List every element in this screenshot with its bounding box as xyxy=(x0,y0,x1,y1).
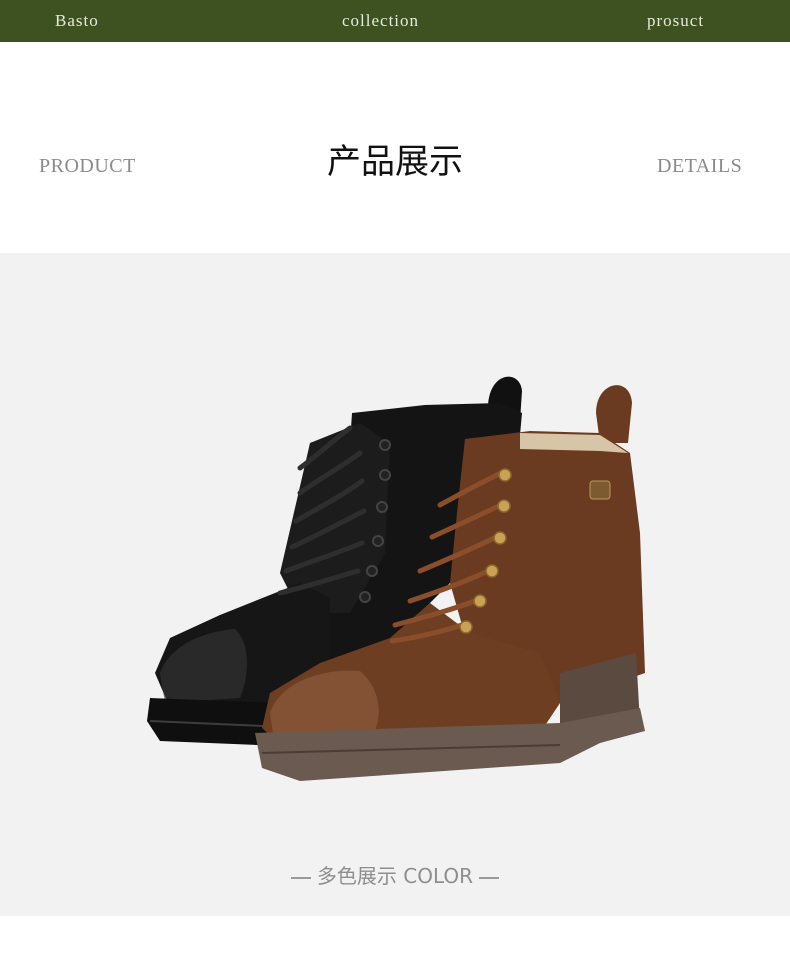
caption-right-dash xyxy=(479,876,500,879)
color-caption: 多色展示 COLOR xyxy=(0,860,790,889)
nav-link-prosuct[interactable]: prosuct xyxy=(647,11,704,31)
product-display-panel: 多色展示 COLOR xyxy=(0,253,790,916)
caption-text: 多色展示 COLOR xyxy=(316,864,474,888)
nav-link-collection[interactable]: collection xyxy=(342,11,419,31)
nav-link-basto[interactable]: Basto xyxy=(55,11,99,31)
top-nav-bar: Basto collection prosuct xyxy=(0,0,790,42)
boots-illustration xyxy=(147,376,645,781)
section-header: PRODUCT 产品展示 DETAILS xyxy=(0,42,790,253)
caption-left-dash xyxy=(290,876,311,879)
header-right-word: DETAILS xyxy=(657,155,743,177)
